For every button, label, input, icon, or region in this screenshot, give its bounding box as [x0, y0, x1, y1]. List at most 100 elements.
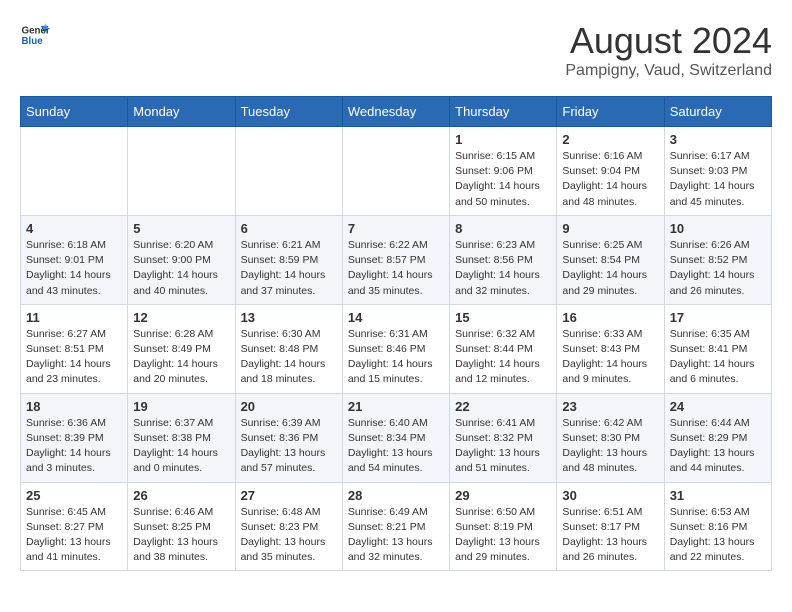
header-day: Tuesday: [235, 97, 342, 127]
day-info: Sunrise: 6:33 AMSunset: 8:43 PMDaylight:…: [562, 327, 658, 388]
day-number: 25: [26, 488, 122, 503]
day-info: Sunrise: 6:28 AMSunset: 8:49 PMDaylight:…: [133, 327, 229, 388]
day-number: 23: [562, 399, 658, 414]
calendar-cell: 12 Sunrise: 6:28 AMSunset: 8:49 PMDayligh…: [128, 304, 235, 393]
title-area: August 2024 Pampigny, Vaud, Switzerland: [565, 20, 772, 80]
day-info: Sunrise: 6:25 AMSunset: 8:54 PMDaylight:…: [562, 238, 658, 299]
calendar-week-row: 11 Sunrise: 6:27 AMSunset: 8:51 PMDayligh…: [21, 304, 772, 393]
day-info: Sunrise: 6:37 AMSunset: 8:38 PMDaylight:…: [133, 416, 229, 477]
day-number: 17: [670, 310, 766, 325]
calendar-week-row: 4Sunrise: 6:18 AMSunset: 9:01 PMDaylight…: [21, 215, 772, 304]
day-number: 24: [670, 399, 766, 414]
day-number: 8: [455, 221, 551, 236]
calendar-cell: 24 Sunrise: 6:44 AMSunset: 8:29 PMDayligh…: [664, 393, 771, 482]
logo: General Blue: [20, 20, 50, 50]
calendar-cell: [342, 127, 449, 216]
calendar-cell: 11 Sunrise: 6:27 AMSunset: 8:51 PMDayligh…: [21, 304, 128, 393]
header: General Blue August 2024 Pampigny, Vaud,…: [20, 20, 772, 80]
calendar-table: SundayMondayTuesdayWednesdayThursdayFrid…: [20, 96, 772, 571]
day-info: Sunrise: 6:45 AMSunset: 8:27 PMDaylight:…: [26, 505, 122, 566]
day-info: Sunrise: 6:27 AMSunset: 8:51 PMDaylight:…: [26, 327, 122, 388]
day-number: 19: [133, 399, 229, 414]
header-row: SundayMondayTuesdayWednesdayThursdayFrid…: [21, 97, 772, 127]
calendar-cell: 29Sunrise: 6:50 AMSunset: 8:19 PMDayligh…: [450, 482, 557, 571]
day-number: 18: [26, 399, 122, 414]
day-number: 26: [133, 488, 229, 503]
day-info: Sunrise: 6:51 AMSunset: 8:17 PMDaylight:…: [562, 505, 658, 566]
day-number: 31: [670, 488, 766, 503]
calendar-cell: 27 Sunrise: 6:48 AMSunset: 8:23 PMDayligh…: [235, 482, 342, 571]
header-day: Saturday: [664, 97, 771, 127]
calendar-cell: [235, 127, 342, 216]
calendar-cell: 3 Sunrise: 6:17 AMSunset: 9:03 PMDaylight…: [664, 127, 771, 216]
header-day: Friday: [557, 97, 664, 127]
calendar-cell: 19 Sunrise: 6:37 AMSunset: 8:38 PMDayligh…: [128, 393, 235, 482]
day-info: Sunrise: 6:42 AMSunset: 8:30 PMDaylight:…: [562, 416, 658, 477]
header-day: Thursday: [450, 97, 557, 127]
calendar-week-row: 1Sunrise: 6:15 AMSunset: 9:06 PMDaylight…: [21, 127, 772, 216]
calendar-cell: 5 Sunrise: 6:20 AMSunset: 9:00 PMDaylight…: [128, 215, 235, 304]
day-info: Sunrise: 6:20 AMSunset: 9:00 PMDaylight:…: [133, 238, 229, 299]
day-info: Sunrise: 6:32 AMSunset: 8:44 PMDaylight:…: [455, 327, 551, 388]
header-day: Sunday: [21, 97, 128, 127]
subtitle: Pampigny, Vaud, Switzerland: [565, 62, 772, 80]
svg-text:Blue: Blue: [22, 36, 44, 47]
calendar-cell: 15 Sunrise: 6:32 AMSunset: 8:44 PMDayligh…: [450, 304, 557, 393]
day-info: Sunrise: 6:50 AMSunset: 8:19 PMDaylight:…: [455, 505, 551, 566]
day-number: 2: [562, 132, 658, 147]
day-number: 9: [562, 221, 658, 236]
day-number: 12: [133, 310, 229, 325]
calendar-cell: 13Sunrise: 6:30 AMSunset: 8:48 PMDayligh…: [235, 304, 342, 393]
day-info: Sunrise: 6:41 AMSunset: 8:32 PMDaylight:…: [455, 416, 551, 477]
day-number: 27: [241, 488, 337, 503]
calendar-cell: 25 Sunrise: 6:45 AMSunset: 8:27 PMDayligh…: [21, 482, 128, 571]
day-number: 28: [348, 488, 444, 503]
calendar-cell: 16Sunrise: 6:33 AMSunset: 8:43 PMDayligh…: [557, 304, 664, 393]
calendar-cell: 9 Sunrise: 6:25 AMSunset: 8:54 PMDaylight…: [557, 215, 664, 304]
day-info: Sunrise: 6:39 AMSunset: 8:36 PMDaylight:…: [241, 416, 337, 477]
day-number: 14: [348, 310, 444, 325]
calendar-cell: 7 Sunrise: 6:22 AMSunset: 8:57 PMDaylight…: [342, 215, 449, 304]
calendar-cell: 31 Sunrise: 6:53 AMSunset: 8:16 PMDayligh…: [664, 482, 771, 571]
day-info: Sunrise: 6:18 AMSunset: 9:01 PMDaylight:…: [26, 238, 122, 299]
header-day: Wednesday: [342, 97, 449, 127]
calendar-cell: 23 Sunrise: 6:42 AMSunset: 8:30 PMDayligh…: [557, 393, 664, 482]
day-number: 15: [455, 310, 551, 325]
day-info: Sunrise: 6:22 AMSunset: 8:57 PMDaylight:…: [348, 238, 444, 299]
day-number: 11: [26, 310, 122, 325]
day-info: Sunrise: 6:48 AMSunset: 8:23 PMDaylight:…: [241, 505, 337, 566]
day-info: Sunrise: 6:40 AMSunset: 8:34 PMDaylight:…: [348, 416, 444, 477]
day-number: 13: [241, 310, 337, 325]
calendar-cell: 14 Sunrise: 6:31 AMSunset: 8:46 PMDayligh…: [342, 304, 449, 393]
calendar-cell: 20Sunrise: 6:39 AMSunset: 8:36 PMDayligh…: [235, 393, 342, 482]
main-title: August 2024: [565, 20, 772, 62]
calendar-cell: [21, 127, 128, 216]
day-info: Sunrise: 6:21 AMSunset: 8:59 PMDaylight:…: [241, 238, 337, 299]
day-number: 3: [670, 132, 766, 147]
calendar-cell: 2 Sunrise: 6:16 AMSunset: 9:04 PMDaylight…: [557, 127, 664, 216]
day-number: 1: [455, 132, 551, 147]
calendar-week-row: 18 Sunrise: 6:36 AMSunset: 8:39 PMDayligh…: [21, 393, 772, 482]
day-info: Sunrise: 6:44 AMSunset: 8:29 PMDaylight:…: [670, 416, 766, 477]
calendar-cell: 10Sunrise: 6:26 AMSunset: 8:52 PMDayligh…: [664, 215, 771, 304]
day-number: 30: [562, 488, 658, 503]
day-info: Sunrise: 6:16 AMSunset: 9:04 PMDaylight:…: [562, 149, 658, 210]
day-number: 10: [670, 221, 766, 236]
calendar-cell: 6Sunrise: 6:21 AMSunset: 8:59 PMDaylight…: [235, 215, 342, 304]
day-info: Sunrise: 6:36 AMSunset: 8:39 PMDaylight:…: [26, 416, 122, 477]
calendar-cell: 30 Sunrise: 6:51 AMSunset: 8:17 PMDayligh…: [557, 482, 664, 571]
calendar-cell: [128, 127, 235, 216]
calendar-cell: 18 Sunrise: 6:36 AMSunset: 8:39 PMDayligh…: [21, 393, 128, 482]
day-number: 7: [348, 221, 444, 236]
day-info: Sunrise: 6:31 AMSunset: 8:46 PMDaylight:…: [348, 327, 444, 388]
day-number: 5: [133, 221, 229, 236]
calendar-cell: 8Sunrise: 6:23 AMSunset: 8:56 PMDaylight…: [450, 215, 557, 304]
calendar-cell: 17Sunrise: 6:35 AMSunset: 8:41 PMDayligh…: [664, 304, 771, 393]
day-info: Sunrise: 6:49 AMSunset: 8:21 PMDaylight:…: [348, 505, 444, 566]
day-number: 21: [348, 399, 444, 414]
day-info: Sunrise: 6:46 AMSunset: 8:25 PMDaylight:…: [133, 505, 229, 566]
day-info: Sunrise: 6:17 AMSunset: 9:03 PMDaylight:…: [670, 149, 766, 210]
logo-icon: General Blue: [20, 20, 50, 50]
day-info: Sunrise: 6:53 AMSunset: 8:16 PMDaylight:…: [670, 505, 766, 566]
calendar-cell: 1Sunrise: 6:15 AMSunset: 9:06 PMDaylight…: [450, 127, 557, 216]
